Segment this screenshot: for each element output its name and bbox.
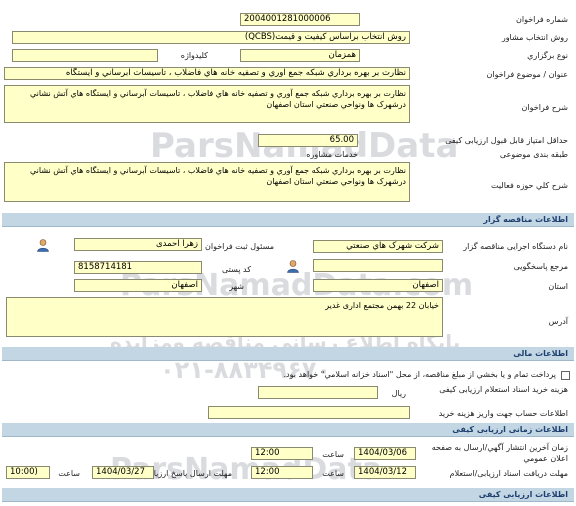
address-label: آدرس	[548, 317, 568, 326]
selection-method-field[interactable]: روش انتخاب براساس کیفیت و قیمت(QCBS)	[12, 31, 410, 44]
publish-date-field[interactable]: 1404/03/06	[354, 447, 416, 460]
organizer-section-header: اطلاعات مناقصه گزار	[2, 213, 574, 227]
purchase-fee-label: هزینه خرید اسناد استعلام ارزیابی کیفی	[439, 385, 568, 394]
tender-number-label: شماره فراخوان	[516, 15, 568, 24]
selection-method-label: روش انتخاب مشاور	[501, 33, 568, 42]
category-value: خدمات مشاوره	[306, 150, 358, 159]
user-icon[interactable]	[36, 238, 50, 252]
min-score-label: حداقل امتیاز قابل قبول ارزیابی کیفی	[445, 136, 568, 145]
account-info-label: اطلاعات حساب جهت واریز هزینه خرید	[438, 409, 568, 418]
agency-label: نام دستگاه اجرایی مناقصه گزار	[463, 242, 568, 251]
timing-section-header: اطلاعات زمانی ارزیابی کیفی	[2, 423, 574, 437]
holding-type-field[interactable]: همزمان	[240, 49, 360, 62]
description-label: شرح فراخوان	[521, 103, 568, 112]
title-label: عنوان / موضوع فراخوان	[486, 70, 569, 79]
financial-section-header: اطلاعات مالی	[2, 347, 574, 361]
receive-time-label: ساعت	[322, 469, 344, 478]
title-field[interactable]: نظارت بر بهره برداري شبکه جمع آوري و تصف…	[4, 67, 410, 80]
publish-time-label: ساعت	[322, 450, 344, 459]
province-field[interactable]: اصفهان	[313, 279, 443, 292]
registrar-label: مسئول ثبت فراخوان	[205, 242, 274, 251]
activity-label: شرح کلي حوزه فعالیت	[491, 181, 568, 190]
postal-code-label: کد پستی	[222, 265, 251, 274]
receive-deadline-label: مهلت دریافت اسناد ارزیابی/استعلام	[449, 469, 568, 478]
keyword-field[interactable]	[12, 49, 158, 62]
quality-section-header: اطلاعات ارزیابی کیفی	[2, 488, 574, 502]
keyword-label: کلیدواژه	[180, 51, 208, 60]
purchase-fee-currency: ریال	[391, 389, 406, 398]
submit-time-label: ساعت	[58, 469, 80, 478]
description-field[interactable]: نظارت بر بهره برداري شبکه جمع آوري و تصف…	[4, 85, 410, 123]
submit-deadline-date-field[interactable]: 1404/03/27	[92, 466, 154, 479]
receive-deadline-date-field[interactable]: 1404/03/12	[354, 466, 416, 479]
contact-user-icon[interactable]	[286, 259, 300, 273]
purchase-fee-field[interactable]	[258, 386, 378, 399]
receive-time-field[interactable]: 12:00	[251, 466, 313, 479]
city-label: شهر	[229, 282, 244, 291]
publish-time-field[interactable]: 12:00	[251, 447, 313, 460]
tender-number-field[interactable]: 2004001281000006	[240, 13, 360, 26]
activity-field[interactable]: نظارت بر بهره برداري شبکه جمع آوري و تصف…	[4, 162, 410, 202]
payment-note-text: پرداخت تمام و یا بخشي از مبلغ مناقصه، از…	[283, 370, 556, 379]
publish-date-label: زمان آخرین انتشار آگهي/ارسال به صفحه اعل…	[431, 443, 568, 463]
address-field[interactable]: خیابان 22 بهمن مجتمع اداری غدیر	[6, 297, 443, 337]
city-field[interactable]: اصفهان	[74, 279, 202, 292]
province-label: استان	[548, 282, 568, 291]
submit-time-field[interactable]: 10:00)	[6, 466, 50, 479]
postal-code-field[interactable]: 8158714181	[74, 261, 202, 274]
min-score-field[interactable]: 65.00	[258, 134, 358, 147]
payment-note-checkbox[interactable]	[561, 371, 570, 380]
agency-field[interactable]: شرکت شهرک هاي صنعتي	[313, 240, 443, 253]
account-info-field[interactable]	[208, 406, 410, 419]
reference-label: مرجع پاسخگویی	[513, 262, 568, 271]
holding-type-label: نوع برگزاري	[527, 51, 568, 60]
reference-field[interactable]	[313, 259, 443, 272]
category-label: طبقه بندی موضوعی	[499, 150, 568, 159]
registrar-field[interactable]: زهرا احمدی	[74, 238, 202, 251]
